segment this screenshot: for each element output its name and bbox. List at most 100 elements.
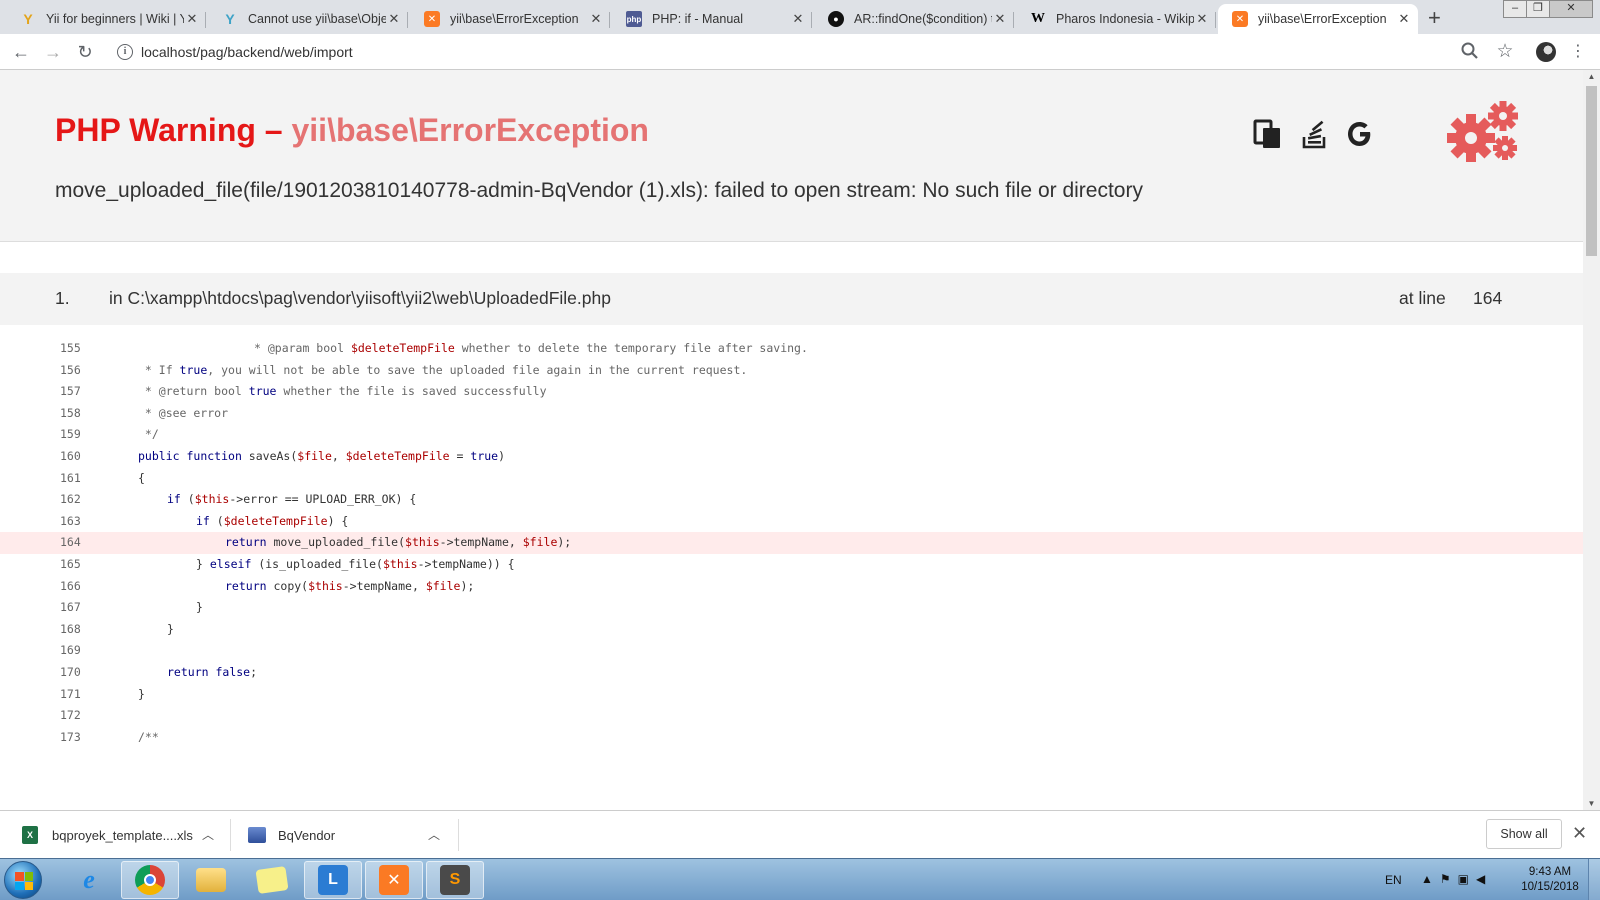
tab-title: Cannot use yii\base\Object: [248, 12, 386, 26]
code-text: {: [138, 470, 145, 485]
close-icon[interactable]: ✕: [1572, 823, 1587, 844]
menu-icon[interactable]: ⋮: [1566, 40, 1590, 64]
tab-cannot-use-object[interactable]: Y Cannot use yii\base\Object ✕: [208, 4, 408, 34]
code-text: return copy($this->tempName, $file);: [225, 578, 475, 593]
taskbar-internet-explorer[interactable]: e: [60, 861, 118, 899]
code-line: 161 {: [0, 468, 1583, 490]
restore-window-icon[interactable]: ❐: [1526, 0, 1550, 18]
github-icon: ●: [828, 11, 844, 27]
line-number: 161: [60, 470, 81, 485]
taskbar-file-explorer[interactable]: [182, 861, 240, 899]
zoom-icon[interactable]: [1460, 41, 1480, 61]
taskbar-sublime-text[interactable]: S: [426, 861, 484, 899]
line-number: 168: [60, 621, 81, 636]
code-line: 157 * @return bool true whether the file…: [0, 381, 1583, 403]
title-separator: –: [264, 112, 283, 148]
url-text[interactable]: localhost/pag/backend/web/import: [141, 44, 353, 60]
code-text: * If true, you will not be able to save …: [138, 362, 748, 377]
reload-icon[interactable]: ↻: [73, 40, 97, 64]
stack-trace-item[interactable]: 1. in C:\xampp\htdocs\pag\vendor\yiisoft…: [0, 273, 1583, 325]
code-line: 168}: [0, 619, 1583, 641]
close-tab-icon[interactable]: ✕: [386, 11, 402, 27]
line-number: 167: [60, 600, 81, 615]
exception-class: yii\base\ErrorException: [291, 112, 649, 148]
taskbar-sticky-notes[interactable]: [243, 861, 301, 899]
tab-php-if-manual[interactable]: php PHP: if - Manual ✕: [612, 4, 812, 34]
yii-icon: Y: [23, 11, 33, 27]
close-tab-icon[interactable]: ✕: [1194, 11, 1210, 27]
language-indicator[interactable]: EN: [1385, 873, 1402, 887]
code-text: return move_uploaded_file($this->tempNam…: [225, 535, 572, 550]
tab-yii-beginners[interactable]: Y Yii for beginners | Wiki | Yii ✕: [6, 4, 206, 34]
tab-ar-findone[interactable]: ● AR::findOne($condition) to ✕: [814, 4, 1014, 34]
line-number: 157: [60, 384, 81, 399]
minimize-window-icon[interactable]: –: [1503, 0, 1527, 18]
close-tab-icon[interactable]: ✕: [790, 11, 806, 27]
chevron-up-icon[interactable]: ︿: [202, 826, 214, 843]
xampp-icon: ✕: [379, 865, 409, 895]
app-file-icon: [248, 827, 266, 843]
internet-explorer-icon: e: [83, 865, 95, 894]
scrollbar-thumb[interactable]: [1586, 86, 1597, 256]
show-all-downloads-button[interactable]: Show all: [1486, 819, 1562, 849]
line-number: 170: [60, 664, 81, 679]
bookmark-star-icon[interactable]: ☆: [1493, 40, 1517, 64]
taskbar-xampp[interactable]: ✕: [365, 861, 423, 899]
close-tab-icon[interactable]: ✕: [588, 11, 604, 27]
back-icon[interactable]: ←: [9, 40, 33, 64]
new-tab-icon[interactable]: +: [1428, 4, 1441, 32]
code-line: 172: [0, 705, 1583, 727]
download-shelf: X bqproyek_template....xls ︿ BqVendor ︿ …: [0, 810, 1600, 858]
forward-icon[interactable]: →: [41, 40, 65, 64]
code-line: 162 if ($this->error == UPLOAD_ERR_OK) {: [0, 489, 1583, 511]
clock-date: 10/15/2018: [1521, 881, 1579, 893]
tab-title: Pharos Indonesia - Wikipedia: [1056, 12, 1194, 26]
code-line: 169: [0, 640, 1583, 662]
code-line: 171}: [0, 684, 1583, 706]
site-info-icon[interactable]: i: [117, 44, 133, 60]
page-viewport: PHP Warning – yii\base\ErrorException mo…: [0, 70, 1583, 810]
sticky-notes-icon: [255, 866, 289, 894]
close-tab-icon[interactable]: ✕: [1396, 11, 1412, 27]
tab-error-exception-1[interactable]: ✕ yii\base\ErrorException ✕: [410, 4, 610, 34]
xampp-icon: ✕: [424, 11, 440, 27]
close-window-icon[interactable]: ✕: [1549, 0, 1593, 18]
code-text: * @see error: [138, 405, 229, 420]
stackoverflow-search-icon[interactable]: [1299, 118, 1331, 150]
copy-stacktrace-icon[interactable]: [1252, 118, 1284, 150]
chevron-up-icon[interactable]: ︿: [428, 826, 440, 843]
tab-title: PHP: if - Manual: [652, 12, 744, 26]
code-line: 173 /**: [0, 727, 1583, 749]
code-line: 158 * @see error: [0, 403, 1583, 425]
close-tab-icon[interactable]: ✕: [184, 11, 200, 27]
error-type: PHP Warning: [55, 112, 256, 148]
download-item[interactable]: X bqproyek_template....xls: [22, 811, 212, 859]
scroll-up-arrow-icon[interactable]: ▲: [1583, 72, 1600, 81]
page-scrollbar[interactable]: ▲ ▼: [1583, 70, 1600, 810]
taskbar-lync[interactable]: L: [304, 861, 362, 899]
line-number: 173: [60, 729, 81, 744]
start-button[interactable]: [4, 861, 42, 899]
clock-time: 9:43 AM: [1528, 866, 1572, 878]
chrome-icon: [135, 865, 165, 895]
show-desktop-button[interactable]: [1588, 859, 1600, 900]
windows-taskbar: e L ✕ S EN ▲⚑▣◀ 9:43 AM 10/15/2018: [0, 858, 1600, 900]
google-search-icon[interactable]: [1344, 118, 1376, 150]
address-bar[interactable]: i localhost/pag/backend/web/import: [110, 39, 1465, 65]
tab-title: Yii for beginners | Wiki | Yii: [46, 12, 184, 26]
line-number: 165: [60, 556, 81, 571]
code-line: 170 return false;: [0, 662, 1583, 684]
profile-avatar[interactable]: [1536, 42, 1556, 62]
download-item[interactable]: BqVendor: [248, 811, 438, 859]
xampp-icon: ✕: [1232, 11, 1248, 27]
close-tab-icon[interactable]: ✕: [992, 11, 1008, 27]
tab-pharos-indonesia[interactable]: W Pharos Indonesia - Wikipedia ✕: [1016, 4, 1216, 34]
scroll-down-arrow-icon[interactable]: ▼: [1583, 799, 1600, 808]
tray-icons[interactable]: ▲⚑▣◀: [1421, 872, 1492, 886]
system-clock[interactable]: 9:43 AM 10/15/2018: [1520, 865, 1580, 895]
trace-at-label: at line: [1399, 288, 1446, 308]
tab-error-exception-active[interactable]: ✕ yii\base\ErrorException ✕: [1218, 4, 1418, 34]
trace-line-number: 164: [1473, 288, 1503, 308]
taskbar-chrome[interactable]: [121, 861, 179, 899]
windows-logo-icon: [15, 872, 33, 890]
